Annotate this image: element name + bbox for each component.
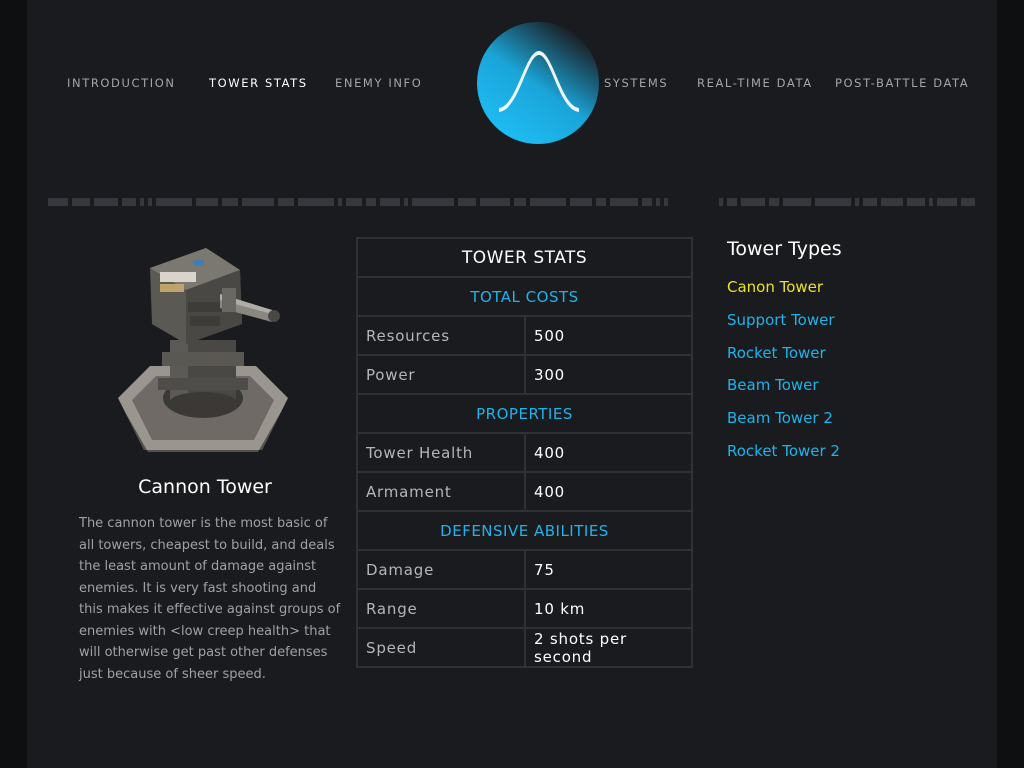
table-row: Damage 75 [356, 549, 693, 590]
page: INTRODUCTION TOWER STATS ENEMY INFO SYST… [27, 0, 997, 768]
nav-enemy-info[interactable]: ENEMY INFO [335, 76, 422, 90]
tower-type-beam-tower-2[interactable]: Beam Tower 2 [727, 409, 840, 442]
table-row: Range 10 km [356, 588, 693, 629]
bell-curve-logo-icon[interactable] [477, 22, 599, 144]
table-row: Speed 2 shots per second [356, 627, 693, 668]
row-value: 75 [524, 549, 693, 590]
table-header-row: TOWER STATS [356, 237, 693, 278]
tower-type-rocket-tower[interactable]: Rocket Tower [727, 344, 840, 377]
nav-tower-stats[interactable]: TOWER STATS [209, 76, 308, 90]
table-row: Tower Health 400 [356, 432, 693, 473]
row-key: Speed [356, 627, 526, 668]
row-value: 300 [524, 354, 693, 395]
row-value: 400 [524, 432, 693, 473]
tower-type-support-tower[interactable]: Support Tower [727, 311, 840, 344]
section-row: TOTAL COSTS [356, 276, 693, 317]
section-total-costs: TOTAL COSTS [356, 276, 693, 317]
nav-post-battle-data[interactable]: POST-BATTLE DATA [835, 76, 969, 90]
row-key: Armament [356, 471, 526, 512]
table-row: Power 300 [356, 354, 693, 395]
row-value: 500 [524, 315, 693, 356]
divider-left [48, 198, 669, 206]
cannon-tower-image [118, 248, 288, 452]
table-row: Armament 400 [356, 471, 693, 512]
row-key: Damage [356, 549, 526, 590]
tower-type-canon-tower[interactable]: Canon Tower [727, 278, 840, 311]
tower-stats-table: TOWER STATS TOTAL COSTS Resources 500 Po… [356, 237, 693, 668]
tower-type-rocket-tower-2[interactable]: Rocket Tower 2 [727, 442, 840, 475]
nav-introduction[interactable]: INTRODUCTION [67, 76, 176, 90]
nav-real-time-data[interactable]: REAL-TIME DATA [697, 76, 813, 90]
row-key: Tower Health [356, 432, 526, 473]
row-value: 10 km [524, 588, 693, 629]
tower-types-title: Tower Types [727, 238, 842, 260]
row-key: Range [356, 588, 526, 629]
table-title: TOWER STATS [356, 237, 693, 278]
row-value: 2 shots per second [524, 627, 693, 668]
row-value: 400 [524, 471, 693, 512]
tower-types-list: Canon Tower Support Tower Rocket Tower B… [727, 278, 840, 475]
section-row: PROPERTIES [356, 393, 693, 434]
section-defensive-abilities: DEFENSIVE ABILITIES [356, 510, 693, 551]
tower-description: The cannon tower is the most basic of al… [79, 516, 341, 682]
row-key: Power [356, 354, 526, 395]
section-row: DEFENSIVE ABILITIES [356, 510, 693, 551]
tower-name: Cannon Tower [138, 476, 272, 498]
table-row: Resources 500 [356, 315, 693, 356]
tower-type-beam-tower[interactable]: Beam Tower [727, 376, 840, 409]
divider-right [719, 198, 979, 206]
row-key: Resources [356, 315, 526, 356]
section-properties: PROPERTIES [356, 393, 693, 434]
nav-systems[interactable]: SYSTEMS [604, 76, 668, 90]
